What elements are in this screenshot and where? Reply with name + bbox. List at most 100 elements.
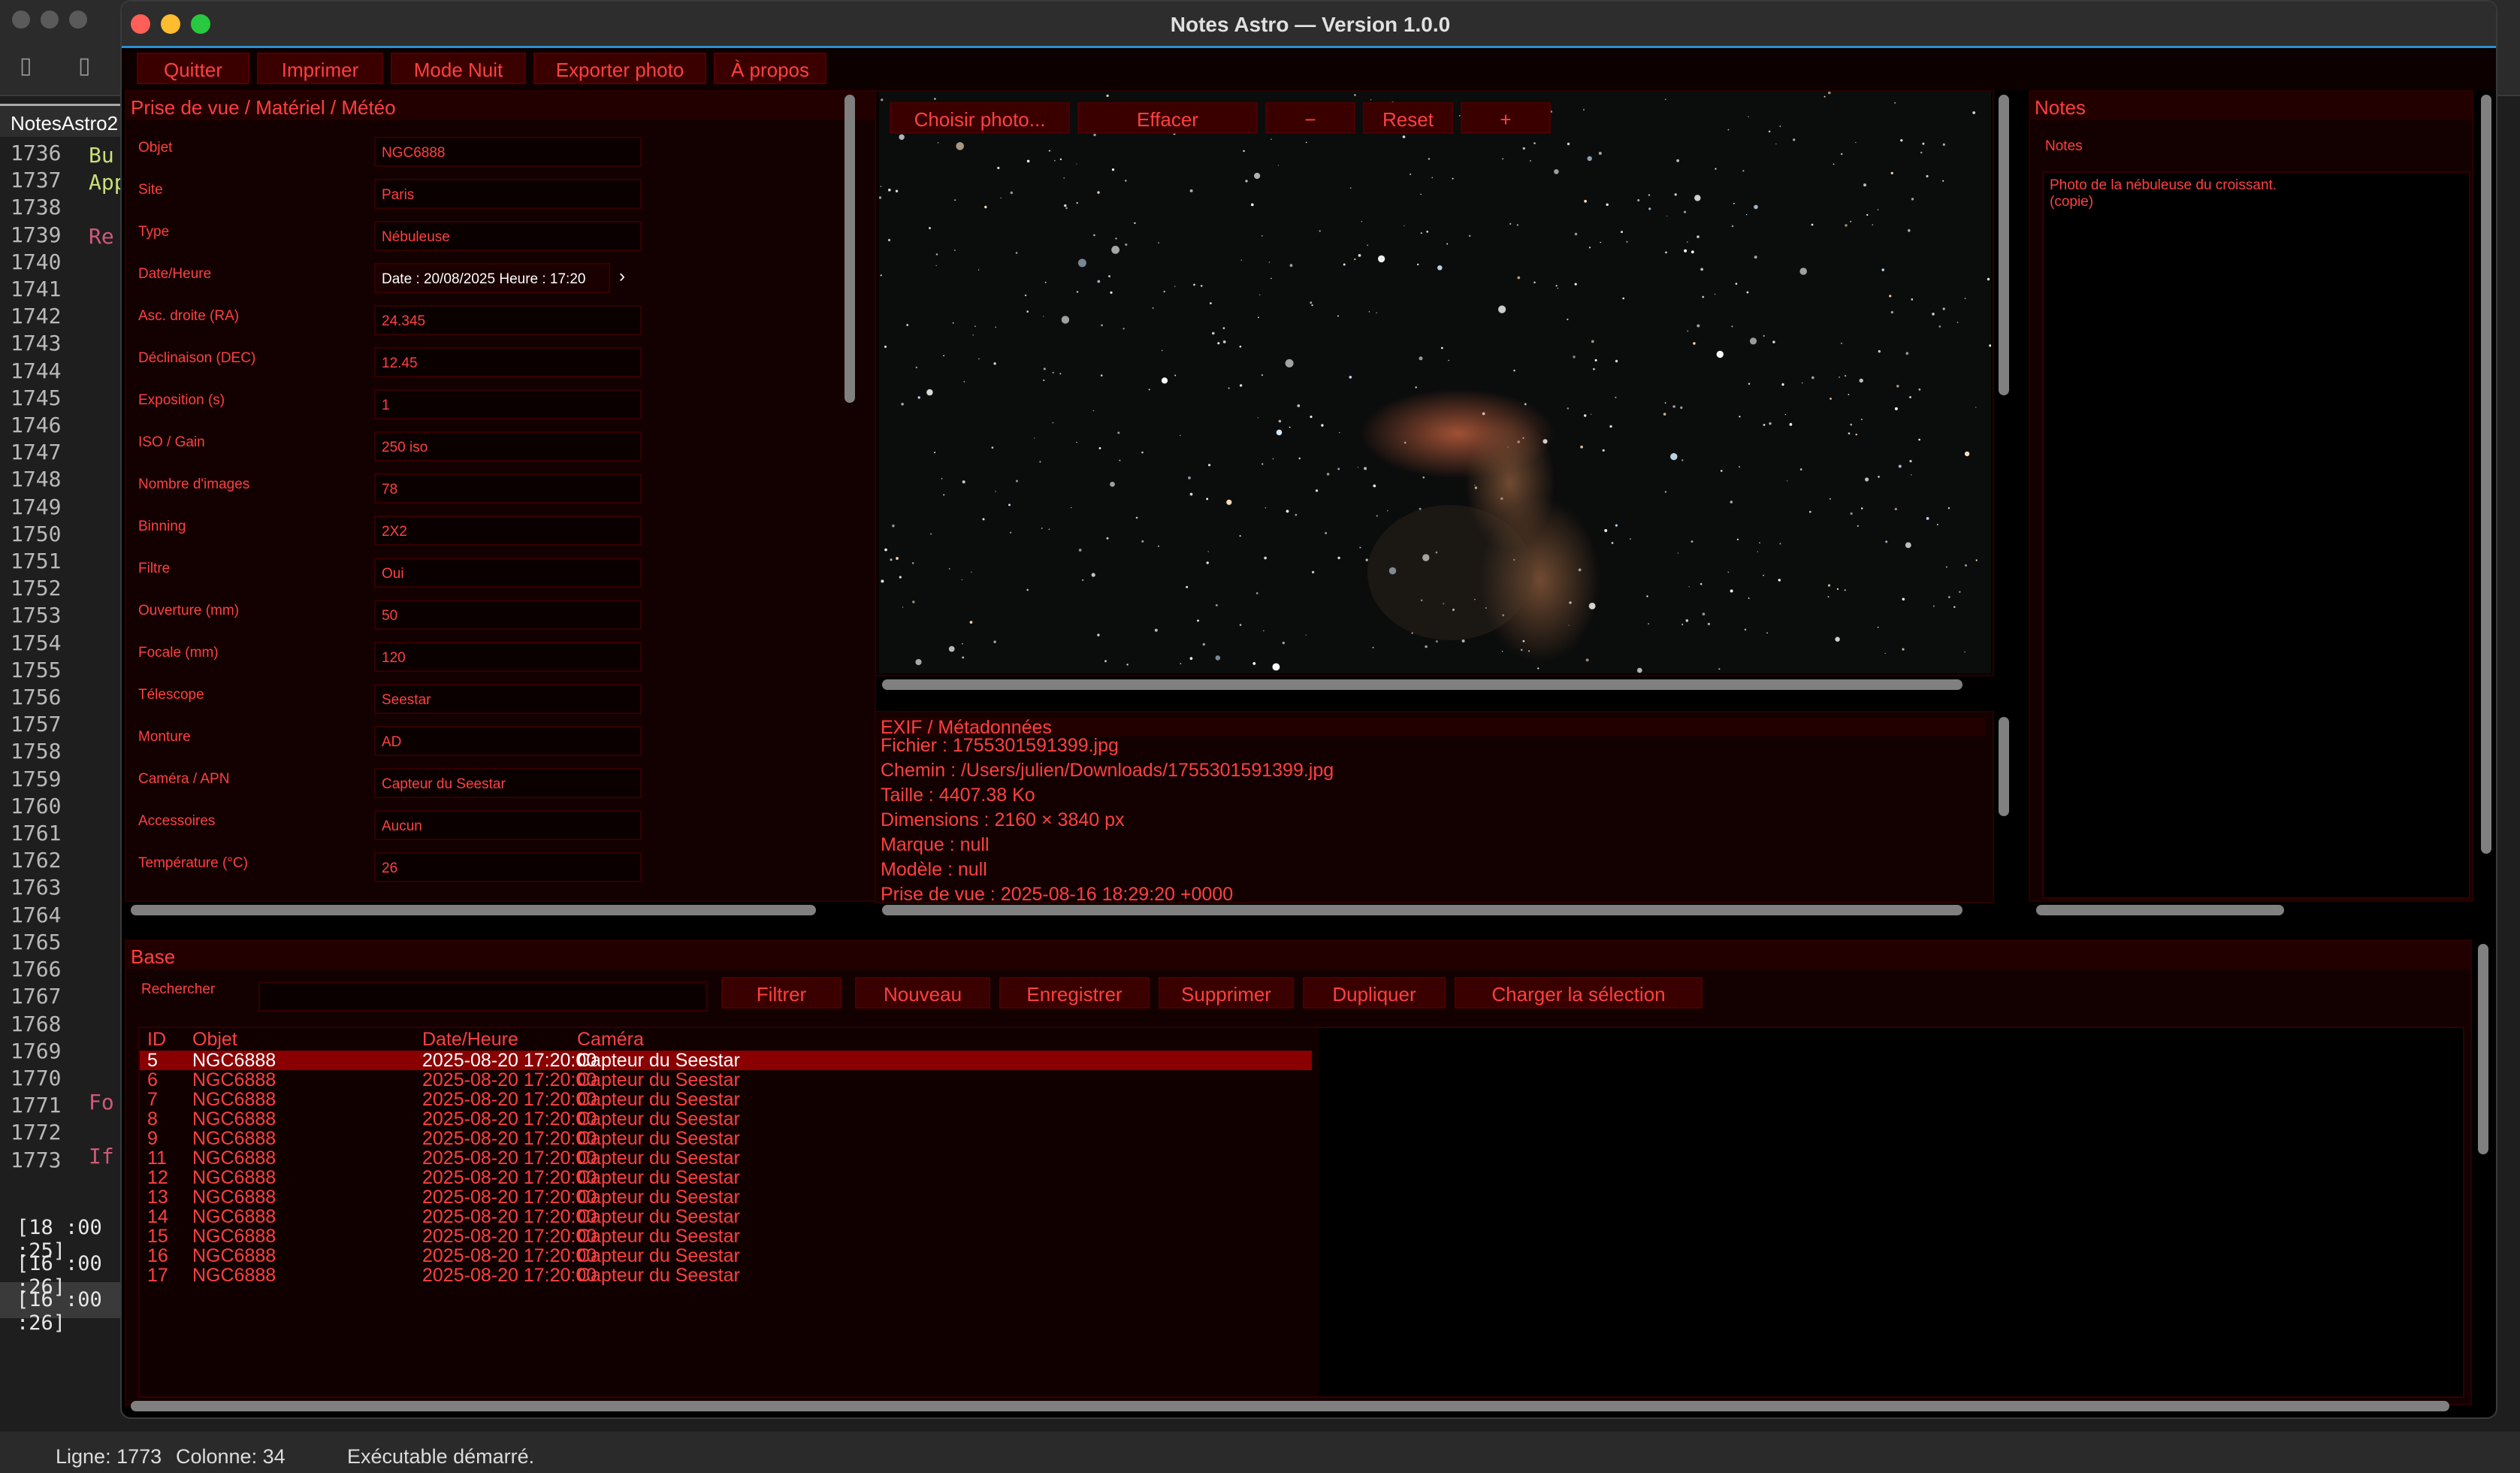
new-button[interactable]: Nouveau — [855, 977, 990, 1009]
exif-vertical-scrollbar[interactable] — [1999, 717, 2009, 816]
field-input[interactable]: 50 — [374, 600, 642, 630]
table-row[interactable]: 9 NGC6888 2025-08-20 17:20:00 Capteur du Se… — [140, 1129, 1312, 1148]
field-input[interactable]: 12.45 — [374, 347, 642, 377]
export-photo-button[interactable]: Exporter photo — [533, 53, 706, 84]
database-vertical-scrollbar[interactable] — [2478, 944, 2488, 1154]
ide-minimize-dot[interactable] — [41, 11, 59, 29]
star — [1078, 549, 1082, 552]
reset-zoom-button[interactable]: Reset — [1363, 102, 1453, 134]
field-input[interactable]: Aucun — [374, 810, 642, 840]
notes-textarea[interactable]: Photo de la nébuleuse du croissant. (cop… — [2042, 171, 2470, 899]
ide-zoom-dot[interactable] — [69, 11, 87, 29]
clear-photo-button[interactable]: Effacer — [1077, 102, 1258, 134]
ide-editor-tab[interactable]: NotesAstro2 — [0, 104, 120, 137]
field-input[interactable]: 250 iso — [374, 431, 642, 461]
load-selection-button[interactable]: Charger la sélection — [1455, 977, 1703, 1009]
field-input[interactable]: Paris — [374, 179, 642, 209]
table-row[interactable]: 6 NGC6888 2025-08-20 17:20:00 Capteur du Se… — [140, 1070, 1312, 1090]
table-row[interactable]: 5 NGC6888 2025-08-20 17:20:00 Capteur du Se… — [140, 1051, 1312, 1070]
form-vertical-scrollbar[interactable] — [845, 95, 855, 403]
photo-horizontal-scrollbar[interactable] — [882, 679, 1963, 690]
star — [1349, 187, 1352, 189]
table-row[interactable]: 12 NGC6888 2025-08-20 17:20:00 Capteur du S… — [140, 1168, 1312, 1187]
star — [1720, 470, 1723, 472]
star — [1809, 510, 1811, 513]
column-header-object[interactable]: Objet — [192, 1030, 237, 1049]
star — [1554, 169, 1559, 174]
table-row[interactable]: 15 NGC6888 2025-08-20 17:20:00 Capteur du S… — [140, 1226, 1312, 1246]
table-row[interactable]: 11 NGC6888 2025-08-20 17:20:00 Capteur du S… — [140, 1148, 1312, 1168]
star — [915, 366, 917, 369]
zoom-out-button[interactable]: − — [1265, 102, 1355, 134]
files-icon[interactable]: ▯ — [78, 53, 105, 80]
star — [984, 205, 987, 209]
table-row[interactable]: 16 NGC6888 2025-08-20 17:20:00 Capteur du S… — [140, 1246, 1312, 1266]
notes-horizontal-scrollbar[interactable] — [2036, 905, 2284, 915]
database-heading: Base — [126, 941, 2470, 969]
field-input[interactable]: 78 — [374, 473, 642, 504]
field-input[interactable]: 120 — [374, 642, 642, 672]
database-horizontal-scrollbar[interactable] — [131, 1401, 2449, 1411]
star — [1900, 139, 1903, 142]
field-input[interactable]: Seestar — [374, 684, 642, 714]
night-mode-button[interactable]: Mode Nuit — [391, 53, 526, 84]
log-line: [16 :00 :26] — [0, 1282, 120, 1335]
column-header-id[interactable]: ID — [147, 1030, 166, 1049]
star — [1174, 374, 1177, 377]
table-cell: 9 — [147, 1128, 158, 1149]
field-input[interactable]: AD — [374, 726, 642, 756]
status-message: Exécutable démarré. — [347, 1445, 535, 1468]
field-input[interactable]: NGC6888 — [374, 137, 642, 167]
column-header-datetime[interactable]: Date/Heure — [422, 1030, 518, 1049]
star — [1076, 441, 1077, 443]
table-row[interactable]: 8 NGC6888 2025-08-20 17:20:00 Capteur du Se… — [140, 1109, 1312, 1129]
table-row[interactable]: 13 NGC6888 2025-08-20 17:20:00 Capteur du S… — [140, 1187, 1312, 1207]
field-input[interactable]: Nébuleuse — [374, 221, 642, 251]
delete-button[interactable]: Supprimer — [1159, 977, 1294, 1009]
star — [1239, 345, 1242, 348]
field-input[interactable]: Date : 20/08/2025 Heure : 17:20 — [374, 263, 610, 293]
filter-button[interactable]: Filtrer — [721, 977, 842, 1009]
photo-vertical-scrollbar[interactable] — [1999, 95, 2009, 395]
field-input[interactable]: 24.345 — [374, 305, 642, 335]
field-input[interactable]: 1 — [374, 389, 642, 419]
table-row[interactable]: 14 NGC6888 2025-08-20 17:20:00 Capteur du S… — [140, 1207, 1312, 1226]
file-icon[interactable]: ▯ — [20, 53, 47, 80]
star — [1337, 556, 1340, 560]
save-button[interactable]: Enregistrer — [999, 977, 1150, 1009]
print-button[interactable]: Imprimer — [257, 53, 383, 84]
duplicate-button[interactable]: Dupliquer — [1303, 977, 1446, 1009]
star — [1297, 404, 1301, 407]
ide-close-dot[interactable] — [12, 11, 30, 29]
line-number: 1766 — [11, 957, 62, 982]
quit-button[interactable]: Quitter — [137, 53, 249, 84]
notes-vertical-scrollbar[interactable] — [2481, 95, 2491, 854]
star — [1268, 262, 1271, 263]
column-header-camera[interactable]: Caméra — [577, 1030, 644, 1049]
star — [1117, 431, 1120, 434]
field-input[interactable]: Capteur du Seestar — [374, 768, 642, 798]
table-cell: NGC6888 — [192, 1187, 276, 1208]
table-cell: 2025-08-20 17:20:00 — [422, 1148, 597, 1169]
star — [1953, 606, 1956, 608]
star — [982, 518, 985, 521]
table-row[interactable]: 17 NGC6888 2025-08-20 17:20:00 Capteur du S… — [140, 1266, 1312, 1285]
form-horizontal-scrollbar[interactable] — [131, 905, 816, 915]
zoom-in-button[interactable]: + — [1461, 102, 1551, 134]
field-input[interactable]: 26 — [374, 852, 642, 882]
star — [1859, 378, 1863, 383]
exif-horizontal-scrollbar[interactable] — [882, 905, 1963, 915]
field-input[interactable]: Oui — [374, 558, 642, 588]
field-input[interactable]: 2X2 — [374, 516, 642, 546]
choose-photo-button[interactable]: Choisir photo... — [890, 102, 1070, 134]
star — [1959, 591, 1961, 593]
table-row[interactable]: 7 NGC6888 2025-08-20 17:20:00 Capteur du Se… — [140, 1090, 1312, 1109]
search-input[interactable] — [258, 981, 708, 1012]
star — [1200, 285, 1203, 287]
star — [1884, 652, 1886, 655]
about-button[interactable]: À propos — [714, 53, 826, 84]
star — [1648, 194, 1651, 196]
star — [1319, 230, 1321, 232]
chevron-right-icon[interactable]: › — [619, 266, 625, 287]
menu-bar: Quitter Imprimer Mode Nuit Exporter phot… — [122, 50, 2496, 90]
